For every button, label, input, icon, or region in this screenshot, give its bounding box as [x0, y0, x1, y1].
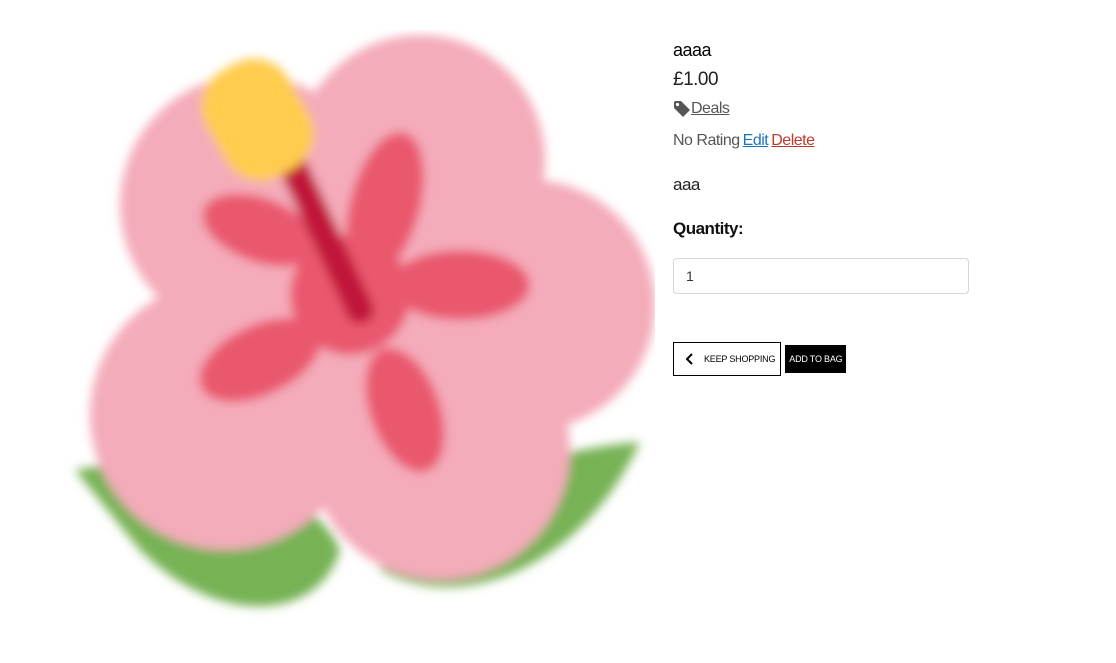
- rating-text: No Rating: [673, 132, 740, 149]
- tag-icon: [673, 100, 691, 118]
- product-details: aaaa £1.00 Deals No Rating Edit Delete aaa…: [673, 36, 1073, 376]
- category-link[interactable]: Deals: [691, 98, 730, 120]
- keep-shopping-button[interactable]: Keep Shopping: [673, 342, 782, 376]
- edit-link[interactable]: Edit: [743, 132, 769, 149]
- product-price: £1.00: [673, 69, 719, 90]
- add-to-bag-label: Add to Bag: [789, 354, 843, 364]
- keep-shopping-label: Keep Shopping: [704, 354, 776, 364]
- delete-link[interactable]: Delete: [771, 132, 815, 149]
- quantity-label: Quantity:: [673, 219, 744, 238]
- chevron-left-icon: [684, 353, 696, 365]
- category-row: Deals: [673, 98, 1073, 120]
- button-row: Keep Shopping Add to Bag: [673, 342, 1073, 376]
- product-name: aaaa: [673, 40, 712, 60]
- add-to-bag-button[interactable]: Add to Bag: [785, 345, 847, 373]
- product-detail-page: aaaa £1.00 Deals No Rating Edit Delete aaa…: [0, 0, 1116, 663]
- quantity-input[interactable]: [673, 258, 969, 294]
- product-description: aaa: [673, 175, 700, 194]
- product-image: [60, 30, 655, 625]
- hibiscus-icon: [75, 35, 655, 607]
- rating-row: No Rating Edit Delete: [673, 130, 1073, 152]
